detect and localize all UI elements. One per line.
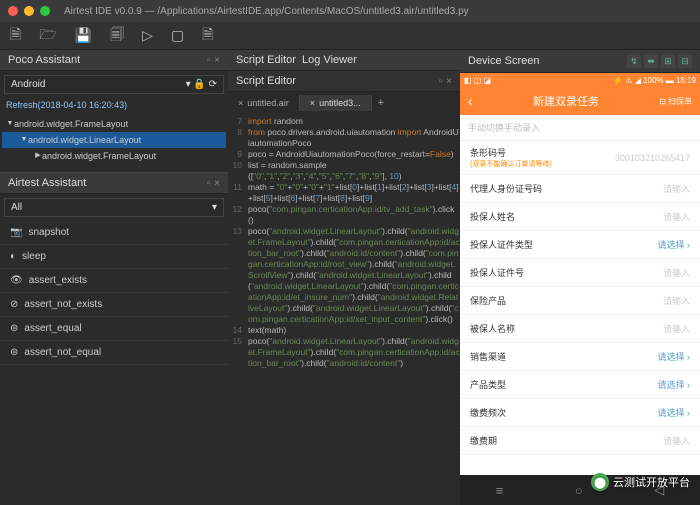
assist-assert_not_exists[interactable]: ⊘assert_not_exists (0, 293, 228, 317)
close-icon[interactable]: × (446, 76, 452, 87)
code-editor[interactable]: 7import random8from poco.drivers.android… (228, 114, 460, 505)
float-icon[interactable]: ▫ (207, 178, 211, 189)
device-tool-2[interactable]: ⬌ (644, 54, 658, 68)
form-row[interactable]: 投保人姓名请输入 (460, 203, 700, 231)
tree-item[interactable]: ▼android.widget.FrameLayout (2, 116, 226, 132)
poco-mode-select[interactable]: Android▾ 🔒 ⟳ (4, 75, 224, 94)
device-tool-3[interactable]: ⊞ (661, 54, 675, 68)
app-title: 新建双录任务 (533, 93, 599, 109)
form-row[interactable]: 销售渠道请选择 › (460, 343, 700, 371)
search-hint[interactable]: 手动切换手动录入 (460, 115, 700, 141)
form-row[interactable]: 投保人证件类型请选择 › (460, 231, 700, 259)
poco-header: Poco Assistant ▫× (0, 50, 228, 71)
assist-assert_equal[interactable]: ⊜assert_equal (0, 317, 228, 341)
form-row[interactable]: 投保人证件号请输入 (460, 259, 700, 287)
float-icon[interactable]: ▫ (207, 55, 211, 66)
nav-home[interactable]: ○ (575, 483, 583, 498)
assist-snapshot[interactable]: 📷snapshot (0, 221, 228, 245)
minimize-window[interactable] (24, 6, 34, 16)
assistant-list: 📷snapshot◐sleep👁assert_exists⊘assert_not… (0, 221, 228, 365)
device-screen[interactable]: ◧ ◫ ◪⚡ ⚠ ◢ 100% ▬ 18:19 ‹ 新建双录任务 ⊡ 扫保单 手… (460, 73, 700, 505)
device-tool-1[interactable]: ↯ (627, 54, 641, 68)
tree-item[interactable]: ▶android.widget.FrameLayout (2, 148, 226, 164)
device-tool-4[interactable]: ⊟ (678, 54, 692, 68)
window-title: Airtest IDE v0.0.9 — /Applications/Airte… (64, 6, 469, 17)
new-file-icon[interactable]: 🗎 (6, 22, 25, 50)
editor-header: Script Editor Log Viewer (228, 50, 460, 71)
form-row[interactable]: 缴费频次请选择 › (460, 399, 700, 427)
stop-icon[interactable]: ▢ (167, 25, 188, 46)
close-window[interactable] (8, 6, 18, 16)
save-icon[interactable]: 💾 (71, 25, 96, 46)
form-row[interactable]: 缴费期请输入 (460, 427, 700, 455)
form-row[interactable]: 代理人身份证号码请输入 (460, 175, 700, 203)
left-panel: Poco Assistant ▫× Android▾ 🔒 ⟳ Refresh(2… (0, 50, 228, 505)
center-panel: Script Editor Log Viewer Script Editor ▫… (228, 50, 460, 505)
status-bar: ◧ ◫ ◪⚡ ⚠ ◢ 100% ▬ 18:19 (460, 73, 700, 87)
back-button[interactable]: ‹ (468, 93, 473, 109)
form-row[interactable]: 条形码号(双录不能确认订单请等待)300103210265417 (460, 141, 700, 175)
close-icon[interactable]: × (214, 178, 220, 189)
form-row[interactable]: 被保人名称请输入 (460, 315, 700, 343)
assist-sleep[interactable]: ◐sleep (0, 245, 228, 269)
assist-assert_not_equal[interactable]: ⊜assert_not_equal (0, 341, 228, 365)
toolbar: 🗎 🗁 💾 🗐 ▷ ▢ 🗎 (0, 22, 700, 50)
assist-assert_exists[interactable]: 👁assert_exists (0, 269, 228, 293)
tab[interactable]: ×untitled3... (300, 95, 372, 111)
titlebar: Airtest IDE v0.0.9 — /Applications/Airte… (0, 0, 700, 22)
editor-tabs: ×untitled.air×untitled3...+ (228, 92, 460, 114)
maximize-window[interactable] (40, 6, 50, 16)
new-tab[interactable]: + (372, 97, 390, 109)
app-header: ‹ 新建双录任务 ⊡ 扫保单 (460, 87, 700, 115)
form-list[interactable]: 条形码号(双录不能确认订单请等待)300103210265417代理人身份证号码… (460, 141, 700, 475)
wechat-icon: ⬤ (591, 473, 609, 491)
close-icon[interactable]: × (214, 55, 220, 66)
tree-item[interactable]: ▼android.widget.LinearLayout (2, 132, 226, 148)
device-header: Device Screen ↯ ⬌ ⊞ ⊟ (460, 50, 700, 73)
refresh-label[interactable]: Refresh(2018-04-10 16:20:43) (0, 98, 228, 112)
airtest-header: Airtest Assistant ▫× (0, 172, 228, 194)
float-icon[interactable]: ▫ (439, 76, 443, 87)
form-row[interactable]: 保险产品请输入 (460, 287, 700, 315)
hierarchy-tree[interactable]: ▼android.widget.FrameLayout▼android.widg… (0, 112, 228, 168)
save-as-icon[interactable]: 🗐 (106, 22, 128, 50)
tab[interactable]: ×untitled.air (228, 95, 300, 111)
nav-menu[interactable]: ≡ (496, 483, 504, 498)
right-panel: Device Screen ↯ ⬌ ⊞ ⊟ ◧ ◫ ◪⚡ ⚠ ◢ 100% ▬ … (460, 50, 700, 505)
scan-button[interactable]: ⊡ 扫保单 (659, 96, 692, 107)
watermark: ⬤ 云测试开放平台 (591, 473, 690, 491)
open-file-icon[interactable]: 🗁 (35, 22, 60, 50)
assist-filter[interactable]: All▾ (4, 198, 224, 217)
script-editor-label: Script Editor ▫× (228, 71, 460, 92)
report-icon[interactable]: 🗎 (198, 22, 217, 50)
form-row[interactable]: 产品类型请选择 › (460, 371, 700, 399)
run-icon[interactable]: ▷ (138, 25, 157, 46)
